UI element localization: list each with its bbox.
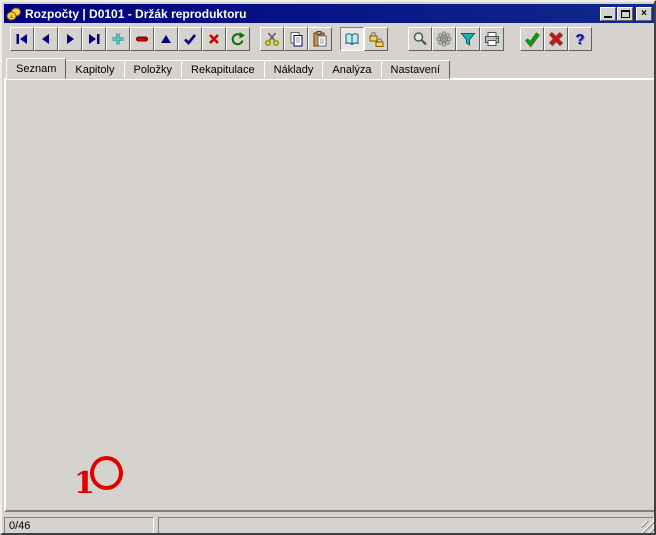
print-button[interactable]	[480, 27, 504, 51]
delete-record-button[interactable]	[130, 27, 154, 51]
record-counter: 0/46	[4, 517, 154, 534]
close-button[interactable]: ×	[636, 7, 652, 21]
funnel-icon	[460, 31, 476, 47]
minimize-button[interactable]	[600, 7, 616, 21]
cut-button[interactable]	[260, 27, 284, 51]
x-icon	[206, 31, 222, 47]
edit-triangle-icon	[158, 31, 174, 47]
annotation-step-number: 1	[74, 466, 95, 501]
search-button[interactable]	[408, 27, 432, 51]
cancel-button[interactable]	[544, 27, 568, 51]
magnifier-icon	[412, 31, 428, 47]
app-icon	[6, 6, 22, 22]
price-book-button[interactable]	[340, 27, 364, 51]
tab-kapitoly[interactable]: Kapitoly	[65, 60, 124, 79]
annotation-circle	[90, 456, 123, 490]
next-record-icon	[62, 31, 78, 47]
app-window: Rozpočty | D0101 - Držák reproduktoru × …	[0, 0, 656, 535]
filter-button[interactable]	[456, 27, 480, 51]
refresh-icon	[230, 31, 246, 47]
gear-icon	[436, 31, 452, 47]
tab-page-seznam	[4, 78, 656, 512]
titlebar: Rozpočty | D0101 - Držák reproduktoru ×	[4, 4, 654, 23]
copy-button[interactable]	[284, 27, 308, 51]
tab-polozky[interactable]: Položky	[124, 60, 183, 79]
statusbar: 0/46	[4, 515, 656, 535]
minus-icon	[134, 31, 150, 47]
tab-seznam[interactable]: Seznam	[6, 58, 66, 79]
edit-record-button[interactable]	[154, 27, 178, 51]
plus-icon	[110, 31, 126, 47]
first-record-icon	[14, 31, 30, 47]
window-title: Rozpočty | D0101 - Držák reproduktoru	[25, 7, 599, 21]
insert-record-button[interactable]	[106, 27, 130, 51]
last-record-icon	[86, 31, 102, 47]
locks-icon	[368, 31, 384, 47]
help-button[interactable]: ?	[568, 27, 592, 51]
check-icon	[182, 31, 198, 47]
cancel-edit-button[interactable]	[202, 27, 226, 51]
post-edit-button[interactable]	[178, 27, 202, 51]
settings-button[interactable]	[432, 27, 456, 51]
printer-icon	[484, 31, 500, 47]
status-message	[158, 517, 654, 534]
question-icon: ?	[575, 31, 584, 48]
tab-naklady[interactable]: Náklady	[264, 60, 324, 79]
first-record-button[interactable]	[10, 27, 34, 51]
open-book-icon	[344, 31, 360, 47]
ok-check-icon	[523, 30, 541, 48]
locks-button[interactable]	[364, 27, 388, 51]
toolbar: ?	[4, 24, 656, 56]
tab-nastaveni[interactable]: Nastavení	[381, 60, 451, 79]
resize-grip[interactable]	[642, 521, 654, 533]
tab-rekapitulace[interactable]: Rekapitulace	[181, 60, 265, 79]
copy-icon	[288, 31, 304, 47]
refresh-button[interactable]	[226, 27, 250, 51]
next-record-button[interactable]	[58, 27, 82, 51]
prior-record-button[interactable]	[34, 27, 58, 51]
tab-strip: Seznam Kapitoly Položky Rekapitulace Nák…	[6, 58, 449, 79]
confirm-button[interactable]	[520, 27, 544, 51]
last-record-button[interactable]	[82, 27, 106, 51]
paste-button[interactable]	[308, 27, 332, 51]
prior-record-icon	[38, 31, 54, 47]
clipboard-icon	[312, 31, 328, 47]
maximize-button[interactable]	[617, 7, 633, 21]
scissors-icon	[264, 31, 280, 47]
cancel-x-icon	[547, 30, 565, 48]
tab-analyza[interactable]: Analýza	[322, 60, 381, 79]
